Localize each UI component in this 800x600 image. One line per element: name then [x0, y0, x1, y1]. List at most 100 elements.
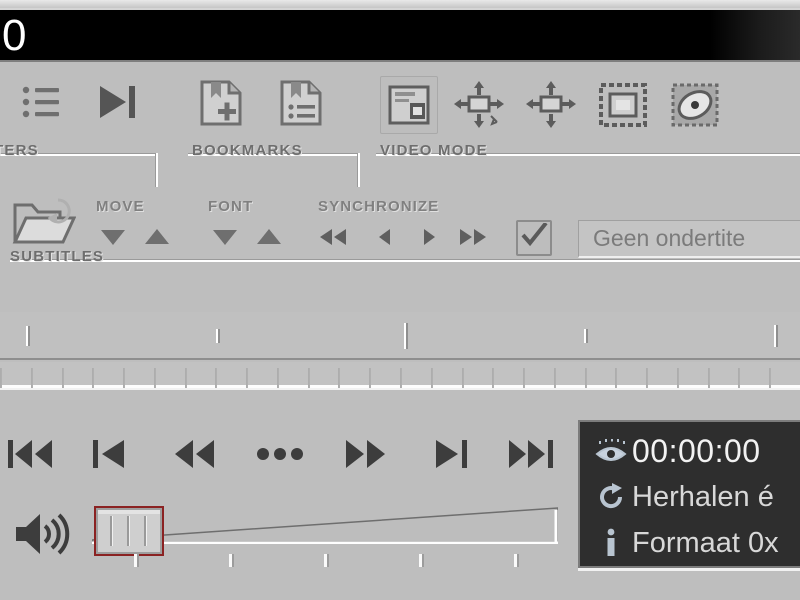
fast-forward-button[interactable] — [338, 428, 394, 484]
ruler-tick — [276, 368, 279, 388]
previous-icon — [91, 437, 129, 476]
window-mode-icon — [388, 85, 430, 125]
forward-double-icon — [458, 227, 488, 252]
video-display-area[interactable]: 0 — [0, 8, 800, 62]
ruler-tick — [338, 368, 341, 388]
ruler-tick — [307, 368, 310, 388]
timeline-track[interactable] — [0, 312, 800, 360]
timeline-marker[interactable] — [26, 326, 31, 346]
info-repeat-value: Herhalen é — [632, 480, 774, 513]
play-to-end-icon — [92, 80, 138, 126]
window-top-edge — [0, 0, 800, 8]
bookmark-list-button[interactable] — [272, 74, 330, 132]
subtitle-track-select[interactable]: Geen ondertite — [578, 220, 800, 258]
ruler-tick — [738, 368, 741, 388]
subtitles-group-caption: SUBTITLES — [10, 248, 105, 265]
eye-icon — [590, 439, 632, 463]
play-to-end-button[interactable] — [86, 74, 144, 132]
toolbar-panel: TERS — [0, 64, 800, 308]
ruler-tick — [584, 368, 587, 388]
add-bookmark-button[interactable] — [192, 74, 250, 132]
move-up-button[interactable] — [140, 224, 174, 254]
next-chapter-button[interactable] — [424, 428, 478, 484]
speaker-icon — [12, 510, 72, 563]
next-icon — [432, 437, 470, 476]
skip-to-start-button[interactable] — [2, 428, 60, 484]
subtitles-group-rule — [10, 256, 800, 266]
info-time-value: 00:00:00 — [632, 432, 761, 469]
checkmark-icon — [519, 221, 549, 254]
ruler-tick — [0, 368, 2, 388]
rewind-double-icon — [318, 227, 348, 252]
triangle-up-icon — [144, 228, 170, 251]
seek-ruler[interactable] — [0, 362, 800, 388]
timeline-marker[interactable] — [584, 329, 588, 343]
ruler-tick — [246, 368, 249, 388]
font-label: FONT — [208, 198, 254, 215]
status-info-panel: 00:00:00 Herhalen é Formaat 0x — [578, 420, 800, 568]
timeline-marker[interactable] — [404, 323, 408, 349]
ruler-tick — [646, 368, 649, 388]
ruler-tick — [523, 368, 526, 388]
font-smaller-button[interactable] — [208, 224, 242, 254]
stretch-aspect-icon — [453, 80, 505, 130]
mute-button[interactable] — [6, 508, 78, 564]
sync-back-button[interactable] — [368, 224, 402, 254]
timeline-marker[interactable] — [216, 329, 220, 343]
filters-group-caption: TERS — [0, 142, 39, 159]
ruler-tick — [707, 368, 710, 388]
fast-forward-icon — [344, 437, 388, 476]
window-mode-button[interactable] — [380, 76, 438, 134]
rewind-button[interactable] — [166, 428, 222, 484]
timeline-marker[interactable] — [774, 325, 779, 347]
skip-to-end-button[interactable] — [502, 428, 560, 484]
volume-thumb[interactable] — [94, 506, 164, 556]
rewind-icon — [172, 437, 216, 476]
skip-to-start-icon — [7, 437, 55, 476]
ruler-tick — [492, 368, 495, 388]
sync-fast-forward-button[interactable] — [456, 224, 490, 254]
ruler-tick — [553, 368, 556, 388]
ruler-tick — [215, 368, 218, 388]
ruler-tick — [769, 368, 772, 388]
ruler-tick — [400, 368, 402, 388]
osd-text: 0 — [2, 11, 27, 60]
sync-forward-button[interactable] — [412, 224, 446, 254]
triangle-down-icon — [212, 228, 238, 251]
overlay-settings-icon — [671, 83, 719, 127]
open-subtitle-button[interactable] — [6, 194, 82, 250]
bookmark-list-icon — [277, 79, 325, 127]
media-player-window: 0 ERS BOOKMARKS VIDEO MODE MOVE FONT SYN… — [0, 0, 800, 600]
volume-track[interactable] — [92, 506, 562, 556]
volume-tick-marks — [92, 554, 562, 568]
overlay-settings-button[interactable] — [666, 76, 724, 134]
font-larger-button[interactable] — [252, 224, 286, 254]
previous-chapter-button[interactable] — [84, 428, 136, 484]
ruler-tick — [30, 368, 33, 388]
fullscreen-button[interactable] — [594, 76, 652, 134]
open-subtitle-icon — [12, 196, 76, 248]
ruler-tick — [615, 368, 618, 388]
triangle-right-icon — [419, 227, 439, 252]
triangle-left-icon — [375, 227, 395, 252]
subtitle-track-value: Geen ondertite — [593, 225, 746, 251]
toolbar-button-row: TERS — [0, 64, 800, 187]
filters-list-button[interactable] — [12, 74, 70, 132]
more-button[interactable] — [252, 428, 308, 484]
ruler-tick — [61, 368, 64, 388]
info-format-value: Formaat 0x — [632, 526, 779, 559]
info-row-time: 00:00:00 — [590, 428, 800, 474]
volume-slider[interactable] — [92, 504, 562, 567]
sync-fast-back-button[interactable] — [316, 224, 350, 254]
stretch-aspect-button[interactable] — [450, 76, 508, 134]
ruler-tick — [461, 368, 464, 388]
stretch-fill-button[interactable] — [522, 76, 580, 134]
panel-divider — [0, 388, 800, 410]
ruler-tick — [153, 368, 156, 388]
ruler-tick — [92, 368, 95, 388]
move-label: MOVE — [96, 198, 145, 215]
ruler-tick — [369, 368, 372, 388]
repeat-icon — [590, 482, 632, 512]
filters-list-icon — [18, 80, 64, 126]
subtitle-enable-checkbox[interactable] — [516, 220, 552, 256]
